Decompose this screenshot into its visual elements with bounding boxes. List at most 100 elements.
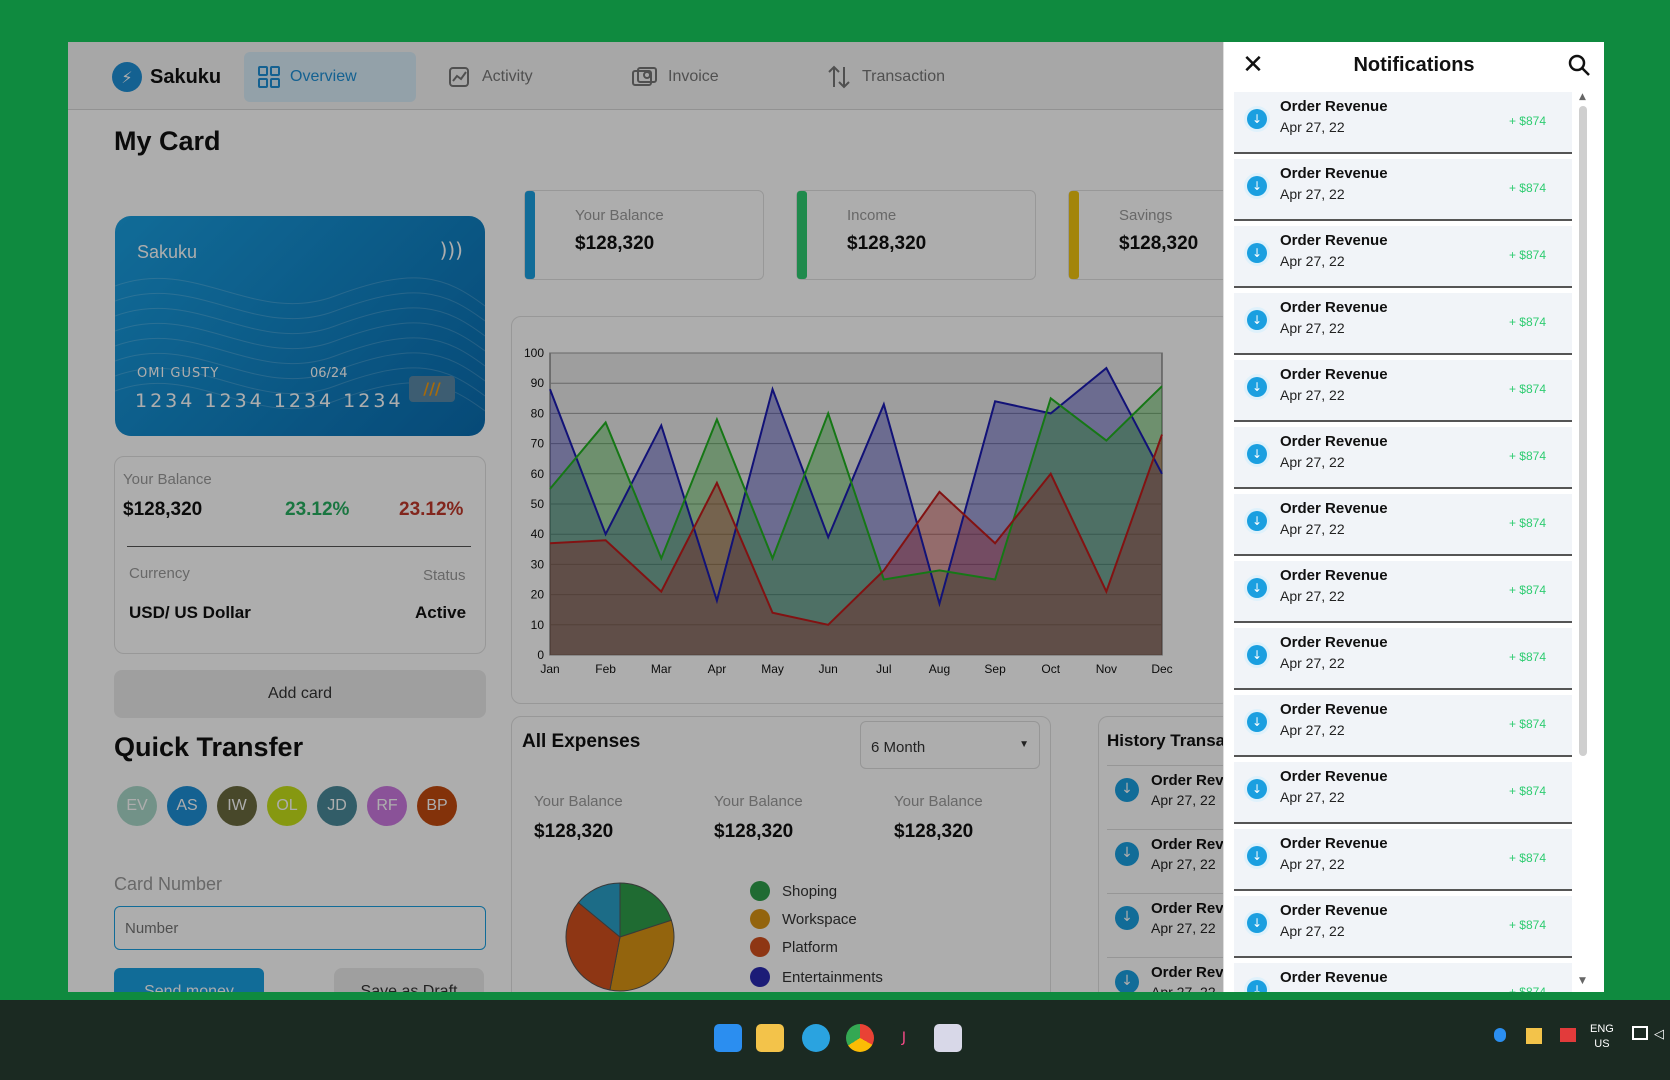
search-icon[interactable] bbox=[1566, 52, 1592, 78]
download-icon: ↓ bbox=[1115, 778, 1139, 802]
brand-logo[interactable]: ⚡ Sakuku bbox=[112, 62, 221, 92]
lightning-icon: ⚡ bbox=[112, 62, 142, 92]
notification-date: Apr 27, 22 bbox=[1280, 521, 1345, 537]
stat-color-bar bbox=[797, 191, 807, 279]
avatar[interactable]: AS bbox=[167, 786, 207, 826]
notification-item[interactable]: ↓ Order Revenue Apr 27, 22 + $874 bbox=[1234, 695, 1572, 757]
security-icon[interactable] bbox=[1526, 1028, 1542, 1044]
avatar[interactable]: IW bbox=[217, 786, 257, 826]
notification-amount: + $874 bbox=[1508, 985, 1546, 992]
scroll-up-icon[interactable]: ▲ bbox=[1579, 92, 1586, 102]
vpn-icon[interactable] bbox=[802, 1024, 830, 1052]
area-chart: 0 10 20 30 40 50 60 70 80 90 100 Jan Feb Mar Apr May Jun… bbox=[524, 346, 1173, 676]
notification-date: Apr 27, 22 bbox=[1280, 588, 1345, 604]
nav-tab-transaction[interactable]: Transaction bbox=[812, 52, 992, 102]
dropdown-arrow-icon: ▼ bbox=[1019, 739, 1029, 750]
x-tick-label: Oct bbox=[1041, 662, 1060, 676]
stat-label: Savings bbox=[1119, 207, 1173, 224]
x-tick-label: Jun bbox=[819, 662, 838, 676]
notification-title: Order Revenue bbox=[1280, 701, 1388, 718]
legend-item: Platform bbox=[750, 937, 838, 957]
avatar[interactable]: BP bbox=[417, 786, 457, 826]
exp-balance-value: $128,320 bbox=[534, 821, 614, 842]
card-number-label: Card Number bbox=[114, 874, 223, 894]
notification-amount: + $874 bbox=[1508, 449, 1546, 463]
exp-balance-label: Your Balance bbox=[894, 793, 983, 810]
period-select[interactable]: 6 Month ▼ bbox=[860, 721, 1040, 769]
nav-tab-invoice[interactable]: Invoice bbox=[618, 52, 778, 102]
download-icon: ↓ bbox=[1244, 910, 1270, 936]
notification-title: Order Revenue bbox=[1280, 567, 1388, 584]
history-row-date: Apr 27, 22 bbox=[1151, 856, 1216, 872]
download-icon: ↓ bbox=[1244, 307, 1270, 333]
notification-item[interactable]: ↓ Order Revenue Apr 27, 22 + $874 bbox=[1234, 159, 1572, 221]
scroll-down-icon[interactable]: ▼ bbox=[1579, 976, 1586, 986]
grid-icon bbox=[258, 66, 280, 88]
quick-transfer-title: Quick Transfer bbox=[114, 732, 304, 762]
send-money-button[interactable]: Send money bbox=[114, 968, 264, 992]
avatar[interactable]: RF bbox=[367, 786, 407, 826]
card-number-input[interactable] bbox=[114, 906, 486, 950]
avatar[interactable]: OL bbox=[267, 786, 307, 826]
notification-date: Apr 27, 22 bbox=[1280, 320, 1345, 336]
nav-tab-activity[interactable]: Activity bbox=[434, 52, 594, 102]
network-icon[interactable] bbox=[1632, 1026, 1648, 1040]
notifications-list: ↓ Order Revenue Apr 27, 22 + $874 ↓ Order Rev… bbox=[1234, 92, 1572, 992]
download-icon: ↓ bbox=[1115, 906, 1139, 930]
notification-item[interactable]: ↓ Order Revenue Apr 27, 22 + $874 bbox=[1234, 494, 1572, 556]
nav-label-invoice: Invoice bbox=[668, 68, 719, 85]
y-tick-label: 0 bbox=[537, 648, 544, 662]
notification-item[interactable]: ↓ Order Revenue Apr 27, 22 + $874 bbox=[1234, 963, 1572, 992]
my-card-title: My Card bbox=[114, 126, 221, 156]
add-card-button[interactable]: Add card bbox=[114, 670, 486, 718]
notification-item[interactable]: ↓ Order Revenue Apr 27, 22 + $874 bbox=[1234, 829, 1572, 891]
stat-value: $128,320 bbox=[1119, 233, 1199, 254]
scroll-thumb[interactable] bbox=[1579, 106, 1587, 756]
notification-item[interactable]: ↓ Order Revenue Apr 27, 22 + $874 bbox=[1234, 896, 1572, 958]
contactless-icon: ))) bbox=[439, 238, 463, 262]
bluetooth-icon[interactable] bbox=[1494, 1028, 1506, 1042]
windows-start-icon[interactable] bbox=[714, 1024, 742, 1052]
notification-item[interactable]: ↓ Order Revenue Apr 27, 22 + $874 bbox=[1234, 293, 1572, 355]
x-tick-label: Jan bbox=[540, 662, 559, 676]
notification-item[interactable]: ↓ Order Revenue Apr 27, 22 + $874 bbox=[1234, 427, 1572, 489]
brand-name: Sakuku bbox=[150, 65, 222, 88]
notification-item[interactable]: ↓ Order Revenue Apr 27, 22 + $874 bbox=[1234, 561, 1572, 623]
x-tick-label: Nov bbox=[1096, 662, 1117, 676]
x-tick-label: Jul bbox=[876, 662, 891, 676]
stat-income: Income $128,320 bbox=[796, 190, 1036, 280]
notifications-scrollbar[interactable]: ▲ ▼ bbox=[1576, 92, 1590, 992]
chrome-icon[interactable] bbox=[846, 1024, 874, 1052]
notification-amount: + $874 bbox=[1508, 650, 1546, 664]
download-icon: ↓ bbox=[1244, 575, 1270, 601]
notification-date: Apr 27, 22 bbox=[1280, 454, 1345, 470]
balance-value: $128,320 bbox=[123, 499, 203, 520]
app-icon[interactable] bbox=[934, 1024, 962, 1052]
chart-panel: 0 10 20 30 40 50 60 70 80 90 100 Jan Feb Mar Apr May Jun… bbox=[511, 316, 1231, 704]
volume-icon[interactable]: ◁ bbox=[1654, 1026, 1664, 1041]
file-explorer-icon[interactable] bbox=[756, 1024, 784, 1052]
notification-amount: + $874 bbox=[1508, 248, 1546, 262]
history-row-title: Order Rev bbox=[1151, 772, 1224, 789]
download-icon: ↓ bbox=[1244, 173, 1270, 199]
status-label: Status bbox=[423, 567, 466, 584]
language-indicator[interactable]: ENG US bbox=[1590, 1022, 1614, 1052]
notification-date: Apr 27, 22 bbox=[1280, 856, 1345, 872]
app-tray-icon[interactable] bbox=[1560, 1028, 1576, 1042]
nav-tab-overview[interactable]: Overview bbox=[244, 52, 416, 102]
stat-balance: Your Balance $128,320 bbox=[524, 190, 764, 280]
save-draft-button[interactable]: Save as Draft bbox=[334, 968, 484, 992]
jetbrains-icon[interactable]: J bbox=[890, 1024, 918, 1052]
expenses-panel: All Expenses 6 Month ▼ Your Balance $128… bbox=[511, 716, 1051, 992]
credit-card[interactable]: Sakuku ))) OMI GUSTY 06/24 1234 1234 123… bbox=[115, 216, 485, 436]
nav-label-transaction: Transaction bbox=[862, 68, 945, 85]
notification-item[interactable]: ↓ Order Revenue Apr 27, 22 + $874 bbox=[1234, 226, 1572, 288]
avatar[interactable]: JD bbox=[317, 786, 357, 826]
notification-item[interactable]: ↓ Order Revenue Apr 27, 22 + $874 bbox=[1234, 92, 1572, 154]
y-tick-label: 40 bbox=[531, 527, 545, 541]
avatar[interactable]: EV bbox=[117, 786, 157, 826]
y-tick-label: 50 bbox=[531, 497, 545, 511]
notification-item[interactable]: ↓ Order Revenue Apr 27, 22 + $874 bbox=[1234, 762, 1572, 824]
notification-item[interactable]: ↓ Order Revenue Apr 27, 22 + $874 bbox=[1234, 360, 1572, 422]
notification-item[interactable]: ↓ Order Revenue Apr 27, 22 + $874 bbox=[1234, 628, 1572, 690]
